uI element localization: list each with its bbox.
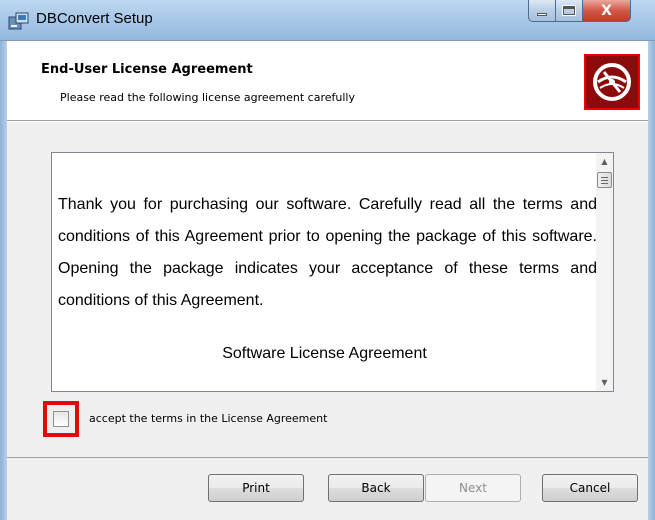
license-text-box[interactable]: Thank you for purchasing our software. C…: [51, 152, 614, 392]
minimize-button[interactable]: [528, 0, 556, 22]
dialog-header: End-User License Agreement Please read t…: [7, 41, 648, 121]
dbconvert-logo-icon: [584, 54, 640, 110]
installer-icon: [8, 12, 29, 30]
cancel-button[interactable]: Cancel: [542, 474, 638, 502]
page-title: End-User License Agreement: [41, 62, 253, 77]
maximize-icon: [562, 5, 576, 16]
print-button[interactable]: Print: [208, 474, 304, 502]
page-subtitle: Please read the following license agreem…: [60, 91, 355, 104]
dialog-body: Thank you for purchasing our software. C…: [7, 122, 648, 457]
window-frame-left: [0, 41, 7, 520]
accept-terms-label[interactable]: accept the terms in the License Agreemen…: [89, 412, 327, 425]
back-button[interactable]: Back: [328, 474, 424, 502]
caption-buttons: X: [528, 0, 631, 22]
accept-terms-checkbox[interactable]: [53, 411, 69, 427]
license-heading: Software License Agreement: [222, 345, 427, 362]
grip-line: [601, 176, 608, 178]
next-button[interactable]: Next: [425, 474, 521, 502]
maximize-button[interactable]: [556, 0, 583, 22]
license-paragraph: Thank you for purchasing our software. C…: [58, 196, 597, 309]
scroll-thumb[interactable]: [597, 172, 612, 188]
grip-line: [601, 179, 608, 181]
close-button[interactable]: X: [583, 0, 631, 22]
window-title: DBConvert Setup: [36, 10, 153, 27]
dialog-footer: Print Back Next Cancel: [7, 457, 648, 520]
close-icon: X: [601, 2, 612, 19]
title-bar[interactable]: DBConvert Setup X: [0, 0, 655, 41]
vertical-scrollbar[interactable]: ▲ ▼: [596, 153, 613, 391]
scroll-down-arrow-icon[interactable]: ▼: [596, 374, 613, 391]
scroll-up-arrow-icon[interactable]: ▲: [596, 153, 613, 170]
window-frame-right: [648, 41, 655, 520]
installer-window: DBConvert Setup X End-User License Agree…: [0, 0, 655, 520]
grip-line: [601, 182, 608, 184]
minimize-icon: [537, 13, 547, 16]
